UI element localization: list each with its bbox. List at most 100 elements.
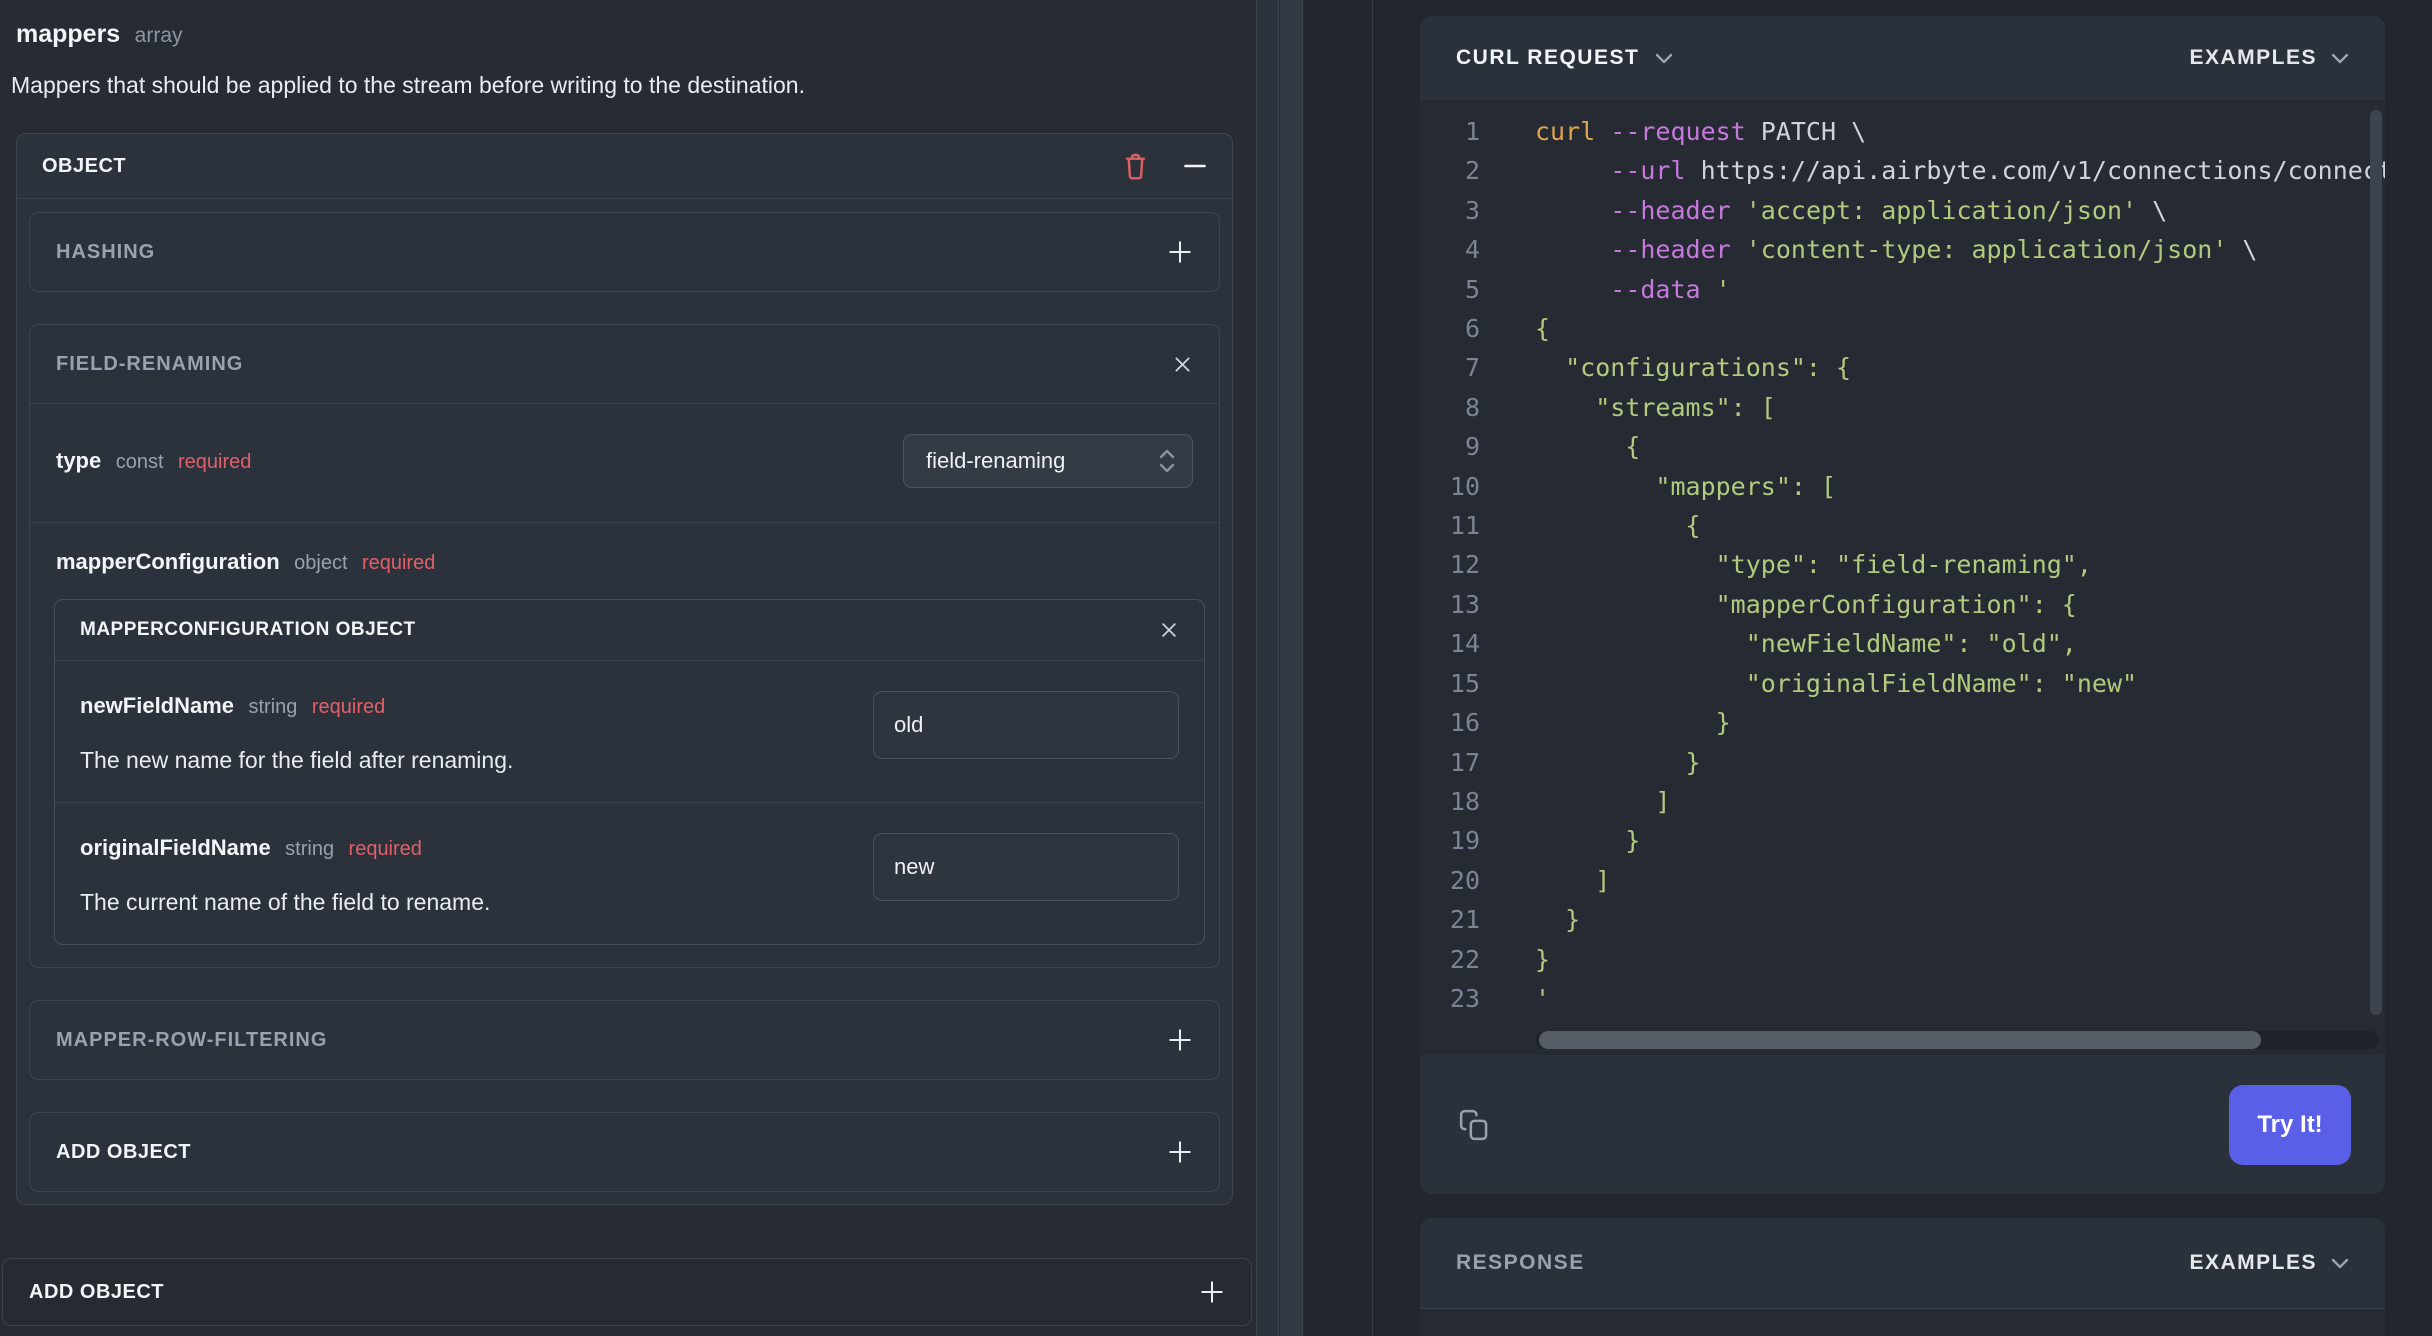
add-object-outer-title: ADD OBJECT	[29, 1280, 165, 1303]
line-number: 1	[1464, 117, 1480, 146]
section-hashing-header[interactable]: HASHING	[30, 213, 1219, 291]
request-examples-dropdown[interactable]: EXAMPLES	[2189, 46, 2349, 70]
response-examples-dropdown[interactable]: EXAMPLES	[2189, 1251, 2349, 1275]
code-horizontal-scrollbar-track[interactable]	[1535, 1031, 2379, 1049]
code-line: 18 ]	[1420, 782, 2385, 821]
field-description: The current name of the field to rename.	[80, 889, 491, 915]
add-object-inner-header[interactable]: ADD OBJECT	[30, 1113, 1219, 1191]
add-object-outer[interactable]: ADD OBJECT	[2, 1258, 1252, 1326]
code-line: 11 {	[1420, 506, 2385, 545]
property-type-badge: array	[134, 24, 183, 47]
line-number: 6	[1464, 314, 1480, 344]
add-object-inner: ADD OBJECT	[29, 1112, 1220, 1192]
line-number: 14	[1449, 629, 1480, 659]
add-object-inner-button[interactable]	[1167, 1139, 1193, 1165]
line-number: 22	[1449, 944, 1480, 974]
original-field-name-input[interactable]	[873, 833, 1179, 901]
section-field-renaming-header[interactable]: FIELD-RENAMING	[30, 325, 1219, 404]
close-icon	[1162, 623, 1176, 637]
field-description: The new name for the field after renamin…	[80, 747, 514, 773]
try-it-button[interactable]: Try It!	[2229, 1084, 2351, 1165]
curl-request-title: CURL REQUEST	[1456, 46, 1640, 69]
type-field-row: type const required field-renaming	[30, 404, 1219, 522]
code-line: 12 "type": "field-renaming",	[1420, 545, 2385, 584]
expand-hashing-button[interactable]	[1167, 239, 1193, 265]
chevron-down-icon	[2331, 1258, 2349, 1269]
request-examples-label: EXAMPLES	[2189, 46, 2317, 69]
line-number: 18	[1449, 786, 1480, 816]
response-header: RESPONSE EXAMPLES	[1420, 1218, 2385, 1309]
field-name: mapperConfiguration	[56, 549, 280, 574]
field-name: originalFieldName	[80, 835, 271, 860]
new-field-name-input[interactable]	[873, 691, 1179, 759]
code-vertical-scrollbar[interactable]	[2370, 110, 2382, 1015]
field-label-line: originalFieldName string required	[80, 835, 873, 861]
code-line: 19 }	[1420, 821, 2385, 860]
section-mapper-row-filtering-header[interactable]: MAPPER-ROW-FILTERING	[30, 1001, 1219, 1079]
line-number: 23	[1449, 983, 1480, 1013]
close-field-renaming-button[interactable]	[1172, 354, 1193, 375]
line-number: 7	[1464, 353, 1480, 383]
page-scrollbar[interactable]	[1280, 0, 1303, 1336]
response-title: RESPONSE	[1456, 1251, 1585, 1274]
field-name: newFieldName	[80, 693, 235, 718]
field-label-line: newFieldName string required	[80, 693, 873, 719]
curl-code-block[interactable]: 1 curl --request PATCH \ 2 --url https://a…	[1420, 100, 2385, 1055]
field-required-badge: required	[348, 838, 422, 860]
response-panel: RESPONSE EXAMPLES	[1420, 1218, 2385, 1336]
copy-code-button[interactable]	[1458, 1107, 1492, 1143]
line-number: 12	[1449, 550, 1480, 580]
column-divider	[1372, 0, 1373, 1336]
code-line: 8 "streams": [	[1420, 388, 2385, 427]
section-hashing-title: HASHING	[56, 240, 156, 263]
expand-mapper-row-filtering-button[interactable]	[1167, 1027, 1193, 1053]
copy-icon	[1459, 1109, 1488, 1140]
code-horizontal-scrollbar-thumb[interactable]	[1539, 1031, 2261, 1049]
select-updown-icon	[1159, 449, 1175, 473]
code-line: 9 {	[1420, 427, 2385, 466]
field-info: originalFieldName string required The cu…	[80, 827, 873, 916]
add-object-inner-title: ADD OBJECT	[56, 1140, 192, 1163]
field-kind: string	[248, 696, 298, 718]
code-line: 6{	[1420, 309, 2385, 348]
left-column-scrollbar[interactable]	[1256, 0, 1279, 1336]
line-number: 4	[1464, 235, 1480, 265]
line-number: 20	[1449, 865, 1480, 895]
code-line: 15 "originalFieldName": "new"	[1420, 664, 2385, 703]
curl-request-dropdown[interactable]: CURL REQUEST	[1456, 46, 1673, 70]
line-number: 13	[1449, 589, 1480, 619]
chevron-down-icon	[1656, 53, 1673, 64]
mapper-configuration-row: mapperConfiguration object required	[30, 522, 1219, 599]
plus-icon	[1169, 241, 1191, 263]
collapse-object-button[interactable]	[1183, 154, 1207, 178]
code-line: 17 }	[1420, 743, 2385, 782]
mapper-configuration-panel-title: MAPPERCONFIGURATION OBJECT	[80, 619, 416, 640]
code-line: 3 --header 'accept: application/json' \	[1420, 191, 2385, 230]
type-select[interactable]: field-renaming	[903, 434, 1193, 488]
object-panel-header: OBJECT	[17, 134, 1232, 199]
field-required-badge: required	[177, 451, 252, 473]
line-number: 2	[1464, 156, 1480, 186]
section-hashing: HASHING	[29, 212, 1220, 292]
code-line: 14 "newFieldName": "old",	[1420, 624, 2385, 663]
code-lines: 1 curl --request PATCH \ 2 --url https://a…	[1420, 112, 2385, 1018]
original-field-name-row: originalFieldName string required The cu…	[55, 802, 1204, 944]
add-object-outer-button[interactable]	[1199, 1279, 1225, 1305]
line-number: 16	[1449, 708, 1480, 738]
delete-object-button[interactable]	[1122, 151, 1149, 181]
code-line: 1 curl --request PATCH \	[1420, 112, 2385, 151]
code-line: 5 --data '	[1420, 270, 2385, 309]
object-panel-body: HASHING FIELD-RENAMING type const requir…	[17, 199, 1232, 1204]
field-kind: string	[285, 838, 335, 860]
property-description: Mappers that should be applied to the st…	[11, 72, 805, 98]
code-line: 22}	[1420, 940, 2385, 979]
plus-icon	[1169, 1029, 1191, 1051]
field-info: newFieldName string required The new nam…	[80, 685, 873, 774]
curl-request-panel: CURL REQUEST EXAMPLES 1 curl --request PA…	[1420, 16, 2385, 1194]
line-number: 5	[1464, 274, 1480, 304]
line-number: 3	[1464, 195, 1480, 225]
object-panel: OBJECT HASHING FIELD-RENAMING type const…	[16, 133, 1233, 1205]
property-heading: mappers array	[16, 20, 183, 49]
close-mapper-configuration-button[interactable]	[1159, 620, 1179, 640]
plus-icon	[1169, 1141, 1191, 1163]
